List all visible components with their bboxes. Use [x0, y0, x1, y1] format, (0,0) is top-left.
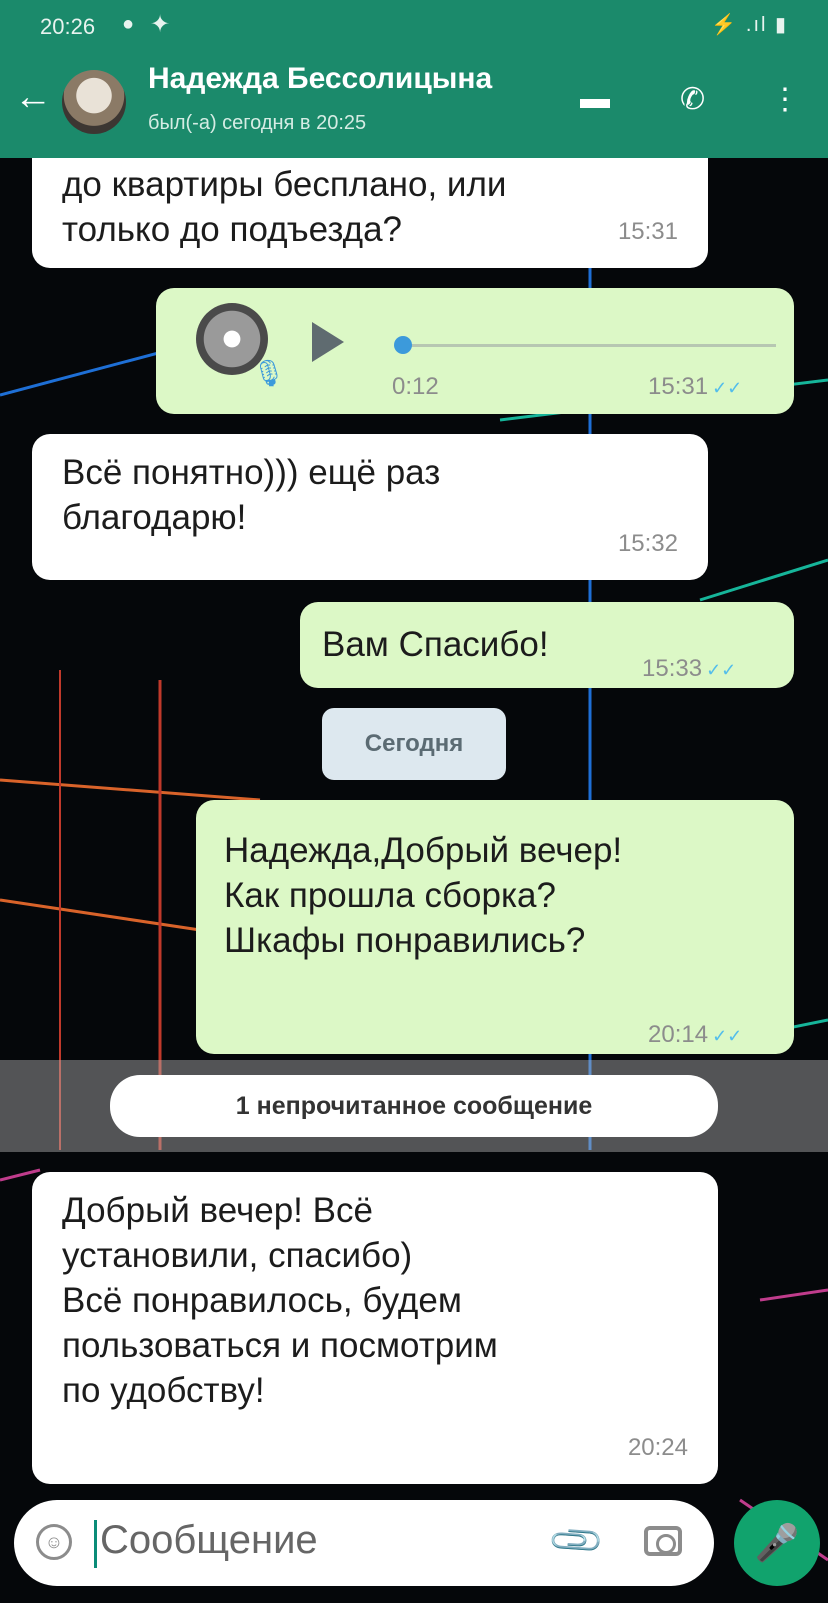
play-icon[interactable] — [312, 322, 344, 362]
double-check-icon: ✓✓ — [706, 660, 737, 680]
message-time-value: 20:14 — [648, 1021, 709, 1048]
message-time-value: 15:33 — [642, 655, 703, 682]
double-check-icon: ✓✓ — [712, 378, 743, 398]
signal-battery-icons: ⚡ .ıl ▮ — [711, 14, 788, 36]
voice-duration: 0:12 — [392, 373, 439, 400]
message-text: Вам Спасибо! — [322, 625, 549, 664]
emoji-icon[interactable]: ☺ — [36, 1524, 72, 1560]
message-text: Надежда,Добрый вечер! Как прошла сборка?… — [224, 831, 623, 960]
status-bar: 20:26 ● ✦ ⚡ .ıl ▮ — [0, 0, 828, 52]
message-text: до квартиры бесплано, или только до подъ… — [62, 165, 507, 249]
message-input[interactable]: Сообщение — [100, 1518, 318, 1563]
message-time: 20:24 — [627, 1434, 688, 1461]
date-chip: Сегодня — [322, 708, 506, 780]
status-time: 20:26 — [40, 14, 96, 39]
message-time-value: 15:31 — [648, 373, 709, 400]
attachment-icon[interactable]: 📎 — [546, 1510, 607, 1571]
message-bubble-outgoing[interactable]: Надежда,Добрый вечер! Как прошла сборка?… — [196, 800, 794, 1054]
message-input-bar[interactable]: ☺ Сообщение 📎 — [14, 1500, 714, 1586]
camera-icon[interactable] — [644, 1526, 682, 1556]
message-time: 15:31 — [617, 218, 678, 245]
microphone-icon: 🎙 — [252, 358, 286, 388]
chat-bubble-icon: ● — [122, 13, 135, 35]
message-time: 15:31 ✓✓ — [648, 373, 742, 401]
double-check-icon: ✓✓ — [712, 1026, 743, 1046]
microphone-button[interactable]: 🎤 — [734, 1500, 820, 1586]
message-time: 15:32 — [617, 530, 678, 557]
message-time: 20:14 ✓✓ — [648, 1012, 742, 1059]
message-bubble-outgoing[interactable]: Вам Спасибо! 15:33 ✓✓ — [300, 602, 794, 688]
message-text: Добрый вечер! Всё установили, спасибо) В… — [62, 1191, 498, 1410]
message-time: 15:33 ✓✓ — [642, 646, 736, 693]
text-cursor — [94, 1520, 97, 1568]
arrow-left-icon[interactable]: ← — [14, 78, 52, 116]
phone-icon[interactable]: ✆ — [680, 82, 705, 117]
message-bubble-incoming[interactable]: Всё понятно))) ещё раз благодарю! 15:32 — [32, 434, 708, 580]
sparkle-icon: ✦ — [150, 11, 171, 38]
message-bubble-incoming[interactable]: Добрый вечер! Всё установили, спасибо) В… — [32, 1172, 718, 1484]
contact-name[interactable]: Надежда Бессолицына — [148, 62, 492, 96]
video-camera-icon[interactable]: ▬ — [580, 82, 610, 116]
voice-progress-knob[interactable] — [394, 336, 412, 354]
last-seen: был(-а) сегодня в 20:25 — [148, 112, 367, 134]
chat-header: 20:26 ● ✦ ⚡ .ıl ▮ ← Надежда Бессолицына … — [0, 0, 828, 158]
message-text: Всё понятно))) ещё раз благодарю! — [62, 453, 441, 537]
avatar[interactable] — [62, 70, 126, 134]
unread-messages-label: 1 непрочитанное сообщение — [110, 1075, 718, 1137]
kebab-menu-icon[interactable]: ⋮ — [770, 82, 800, 117]
voice-progress-track[interactable] — [400, 344, 776, 347]
